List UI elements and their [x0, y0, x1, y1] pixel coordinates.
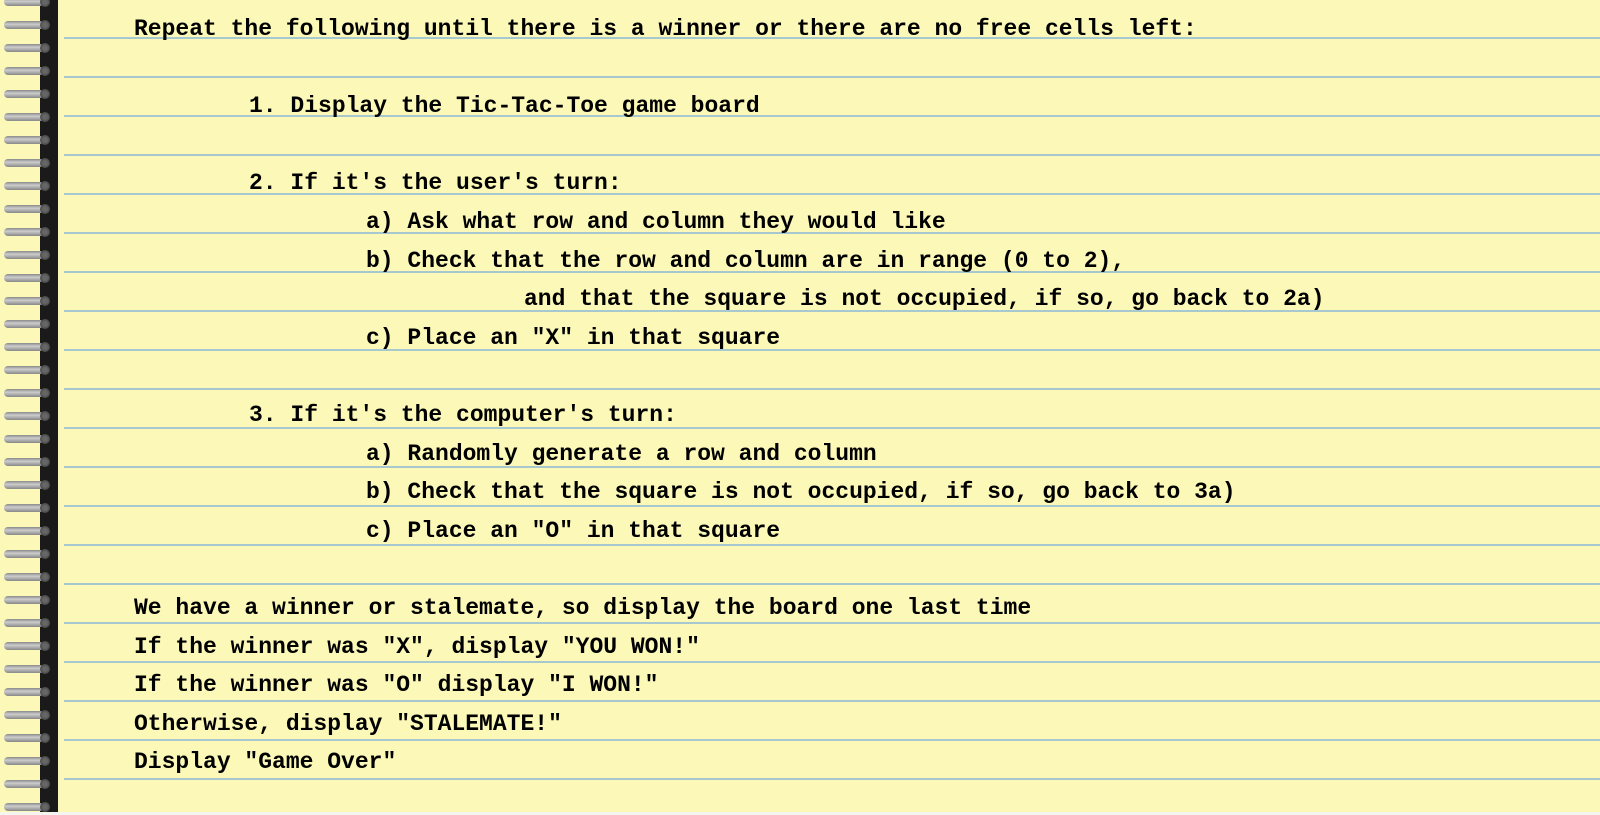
code-line: 3. If it's the computer's turn: — [134, 396, 1600, 435]
spiral-ring — [4, 707, 52, 723]
spiral-ring — [4, 569, 52, 585]
code-line: 2. If it's the user's turn: — [134, 164, 1600, 203]
notebook-page: Repeat the following until there is a wi… — [0, 0, 1600, 812]
spiral-ring — [4, 293, 52, 309]
code-line: Repeat the following until there is a wi… — [134, 10, 1600, 49]
code-line — [134, 49, 1600, 88]
spiral-ring — [4, 316, 52, 332]
spiral-ring — [4, 592, 52, 608]
spiral-ring — [4, 0, 52, 10]
spiral-ring — [4, 799, 52, 815]
spiral-ring — [4, 638, 52, 654]
spiral-ring — [4, 523, 52, 539]
spiral-ring — [4, 477, 52, 493]
spiral-ring — [4, 201, 52, 217]
spiral-ring — [4, 730, 52, 746]
code-line: and that the square is not occupied, if … — [134, 280, 1600, 319]
spiral-ring — [4, 776, 52, 792]
code-line: a) Randomly generate a row and column — [134, 435, 1600, 474]
code-line: Display "Game Over" — [134, 743, 1600, 782]
spiral-ring — [4, 753, 52, 769]
spiral-ring — [4, 132, 52, 148]
code-line: c) Place an "O" in that square — [134, 512, 1600, 551]
spiral-ring — [4, 109, 52, 125]
spiral-ring — [4, 661, 52, 677]
spiral-ring — [4, 178, 52, 194]
spiral-ring — [4, 17, 52, 33]
spiral-ring — [4, 408, 52, 424]
code-line: We have a winner or stalemate, so displa… — [134, 589, 1600, 628]
code-line — [134, 550, 1600, 589]
spiral-ring — [4, 615, 52, 631]
spiral-ring — [4, 86, 52, 102]
code-line: If the winner was "O" display "I WON!" — [134, 666, 1600, 705]
spiral-ring — [4, 362, 52, 378]
spiral-ring — [4, 546, 52, 562]
spiral-ring — [4, 385, 52, 401]
spiral-ring — [4, 339, 52, 355]
spiral-ring — [4, 431, 52, 447]
spiral-ring — [4, 63, 52, 79]
spiral-ring — [4, 247, 52, 263]
spiral-ring — [4, 224, 52, 240]
code-line: b) Check that the square is not occupied… — [134, 473, 1600, 512]
spiral-ring — [4, 500, 52, 516]
spiral-binding — [0, 0, 64, 812]
code-line: b) Check that the row and column are in … — [134, 242, 1600, 281]
pseudocode-content: Repeat the following until there is a wi… — [64, 0, 1600, 782]
spiral-ring — [4, 454, 52, 470]
code-line: c) Place an "X" in that square — [134, 319, 1600, 358]
code-line — [134, 357, 1600, 396]
code-line: 1. Display the Tic-Tac-Toe game board — [134, 87, 1600, 126]
code-line: Otherwise, display "STALEMATE!" — [134, 705, 1600, 744]
spiral-ring — [4, 155, 52, 171]
spiral-ring — [4, 40, 52, 56]
code-line — [134, 126, 1600, 165]
spiral-ring — [4, 684, 52, 700]
code-line: If the winner was "X", display "YOU WON!… — [134, 628, 1600, 667]
spiral-ring — [4, 270, 52, 286]
code-line: a) Ask what row and column they would li… — [134, 203, 1600, 242]
